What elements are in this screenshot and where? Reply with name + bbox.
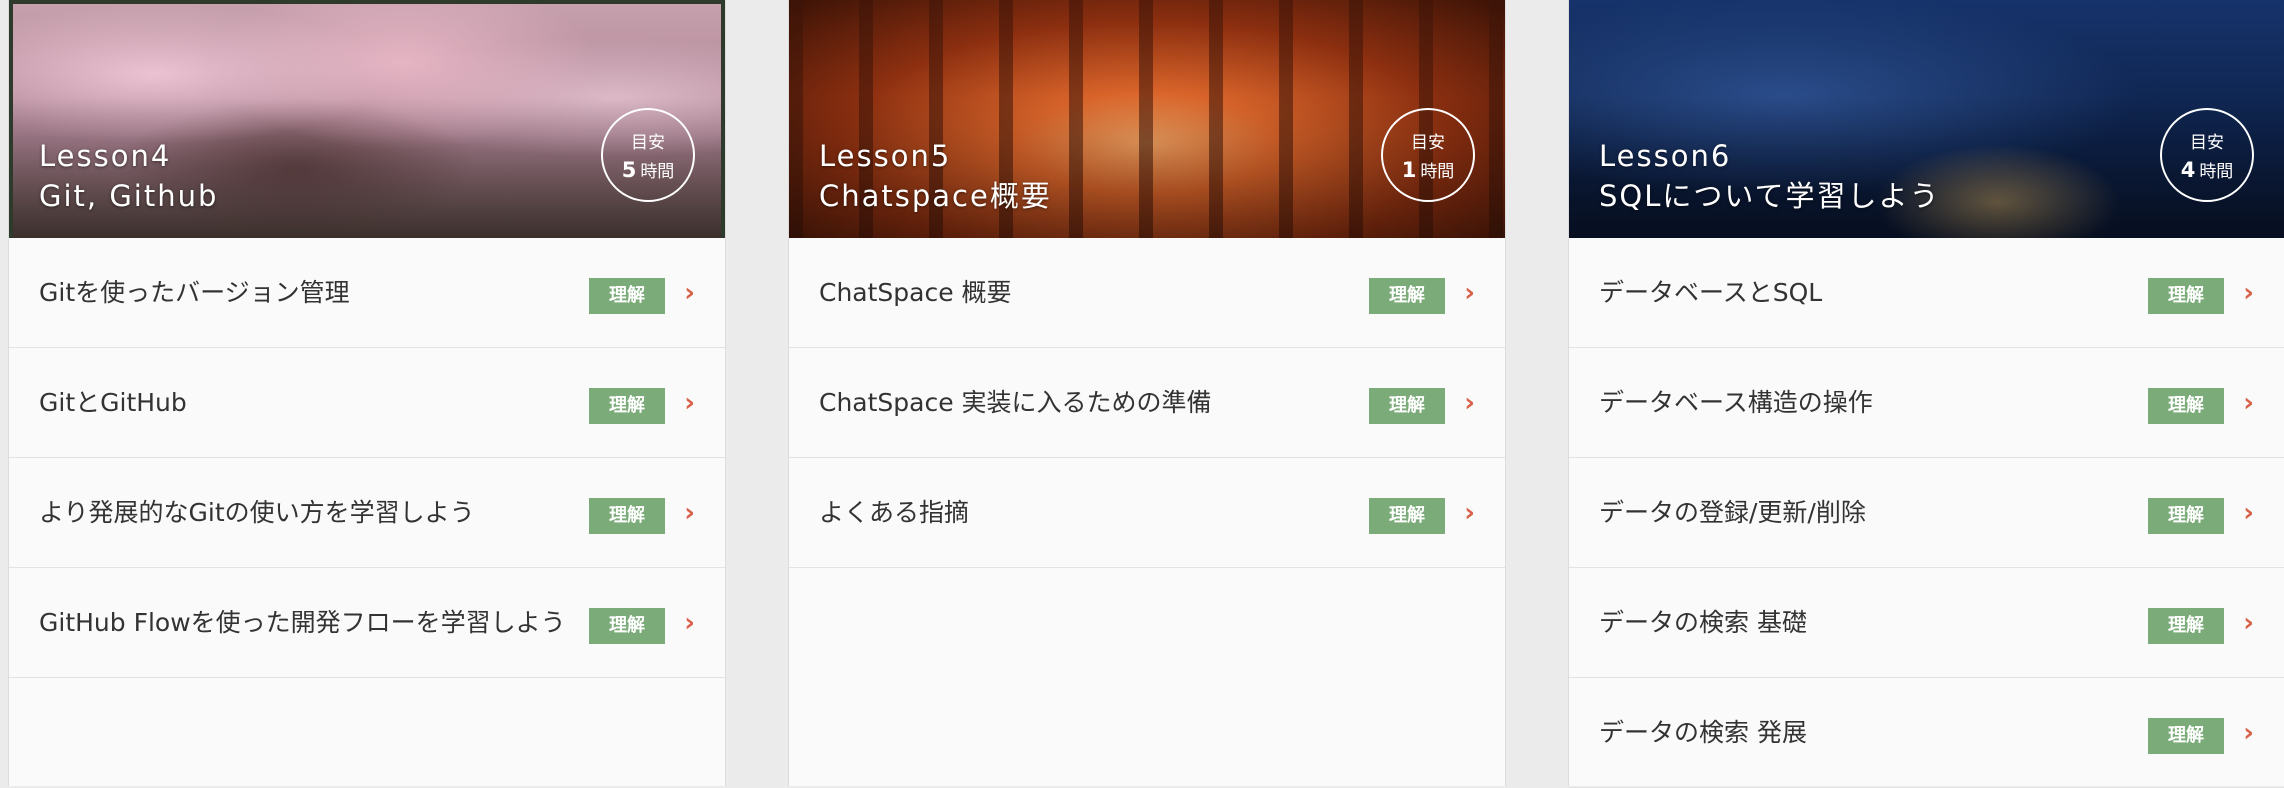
badge-label: 目安: [631, 133, 665, 153]
understanding-tag: 理解: [1369, 498, 1445, 534]
lesson-hero[interactable]: Lesson4 Git, Github 目安 5 時間: [9, 0, 725, 238]
understanding-tag: 理解: [2148, 718, 2224, 754]
chevron-right-icon[interactable]: ›: [1464, 280, 1475, 306]
lesson-name: Git, Github: [39, 179, 219, 213]
understanding-tag: 理解: [2148, 278, 2224, 314]
lesson-item-label: より発展的なGitの使い方を学習しよう: [39, 498, 475, 527]
chevron-right-icon[interactable]: ›: [684, 500, 695, 526]
lesson-card-4[interactable]: Lesson4 Git, Github 目安 5 時間 Gitを使ったバージョン管…: [8, 0, 726, 786]
lesson-card-5[interactable]: Lesson5 Chatspace概要 目安 1 時間 ChatSpace 概要 …: [788, 0, 1506, 786]
lesson-name: SQLについて学習しよう: [1599, 179, 1941, 213]
estimated-time-badge: 目安 1 時間: [1381, 108, 1475, 202]
lesson-item[interactable]: GitHub Flowを使った開発フローを学習しよう 理解 ›: [9, 568, 725, 678]
lesson-item-label: よくある指摘: [819, 498, 970, 527]
understanding-tag: 理解: [1369, 388, 1445, 424]
lesson-number: Lesson4: [39, 139, 172, 173]
chevron-right-icon[interactable]: ›: [2243, 610, 2254, 636]
lesson-title: Lesson6 SQLについて学習しよう: [1599, 136, 1941, 216]
lesson-item[interactable]: ChatSpace 実装に入るための準備 理解 ›: [789, 348, 1505, 458]
lesson-item-label: データベースとSQL: [1599, 278, 1823, 307]
lesson-name: Chatspace概要: [819, 179, 1052, 213]
chevron-right-icon[interactable]: ›: [2243, 500, 2254, 526]
understanding-tag: 理解: [589, 278, 665, 314]
chevron-right-icon[interactable]: ›: [1464, 390, 1475, 416]
lesson-number: Lesson5: [819, 139, 952, 173]
understanding-tag: 理解: [2148, 388, 2224, 424]
lesson-item[interactable]: ChatSpace 概要 理解 ›: [789, 238, 1505, 348]
understanding-tag: 理解: [589, 388, 665, 424]
lesson-item[interactable]: GitとGitHub 理解 ›: [9, 348, 725, 458]
lesson-item[interactable]: よくある指摘 理解 ›: [789, 458, 1505, 568]
lesson-item[interactable]: データの検索 発展 理解 ›: [1569, 678, 2284, 788]
lesson-item[interactable]: データの登録/更新/削除 理解 ›: [1569, 458, 2284, 568]
badge-hours: 4: [2180, 158, 2196, 182]
lesson-item-label: データの登録/更新/削除: [1599, 498, 1866, 527]
chevron-right-icon[interactable]: ›: [1464, 500, 1475, 526]
estimated-time-badge: 目安 4 時間: [2160, 108, 2254, 202]
lesson-item-label: GitとGitHub: [39, 388, 187, 417]
estimated-time-badge: 目安 5 時間: [601, 108, 695, 202]
chevron-right-icon[interactable]: ›: [2243, 720, 2254, 746]
chevron-right-icon[interactable]: ›: [684, 390, 695, 416]
lesson-item-label: データの検索 基礎: [1599, 608, 1807, 637]
badge-unit: 時間: [640, 162, 675, 182]
lesson-item-label: データベース構造の操作: [1599, 388, 1873, 417]
lesson-item-label: GitHub Flowを使った開発フローを学習しよう: [39, 608, 566, 637]
badge-unit: 時間: [2199, 162, 2234, 182]
badge-hours: 1: [1401, 158, 1417, 182]
lesson-number: Lesson6: [1599, 139, 1732, 173]
badge-unit: 時間: [1420, 162, 1455, 182]
chevron-right-icon[interactable]: ›: [684, 610, 695, 636]
lesson-item[interactable]: データベース構造の操作 理解 ›: [1569, 348, 2284, 458]
lesson-title: Lesson4 Git, Github: [39, 136, 218, 216]
lesson-item[interactable]: Gitを使ったバージョン管理 理解 ›: [9, 238, 725, 348]
lesson-item[interactable]: より発展的なGitの使い方を学習しよう 理解 ›: [9, 458, 725, 568]
lesson-item[interactable]: データベースとSQL 理解 ›: [1569, 238, 2284, 348]
chevron-right-icon[interactable]: ›: [2243, 390, 2254, 416]
understanding-tag: 理解: [589, 608, 665, 644]
badge-label: 目安: [2190, 133, 2224, 153]
lesson-title: Lesson5 Chatspace概要: [819, 136, 1052, 216]
lesson-item[interactable]: データの検索 基礎 理解 ›: [1569, 568, 2284, 678]
lesson-item-label: ChatSpace 実装に入るための準備: [819, 388, 1212, 417]
lesson-item-label: データの検索 発展: [1599, 718, 1807, 747]
understanding-tag: 理解: [589, 498, 665, 534]
lesson-hero[interactable]: Lesson6 SQLについて学習しよう 目安 4 時間: [1569, 0, 2284, 238]
understanding-tag: 理解: [2148, 608, 2224, 644]
chevron-right-icon[interactable]: ›: [684, 280, 695, 306]
lesson-item-label: Gitを使ったバージョン管理: [39, 278, 350, 307]
chevron-right-icon[interactable]: ›: [2243, 280, 2254, 306]
badge-hours: 5: [621, 158, 637, 182]
understanding-tag: 理解: [1369, 278, 1445, 314]
lesson-item-label: ChatSpace 概要: [819, 278, 1012, 307]
badge-label: 目安: [1411, 133, 1445, 153]
lesson-hero[interactable]: Lesson5 Chatspace概要 目安 1 時間: [789, 0, 1505, 238]
lesson-card-6[interactable]: Lesson6 SQLについて学習しよう 目安 4 時間 データベースとSQL 理…: [1568, 0, 2284, 788]
understanding-tag: 理解: [2148, 498, 2224, 534]
